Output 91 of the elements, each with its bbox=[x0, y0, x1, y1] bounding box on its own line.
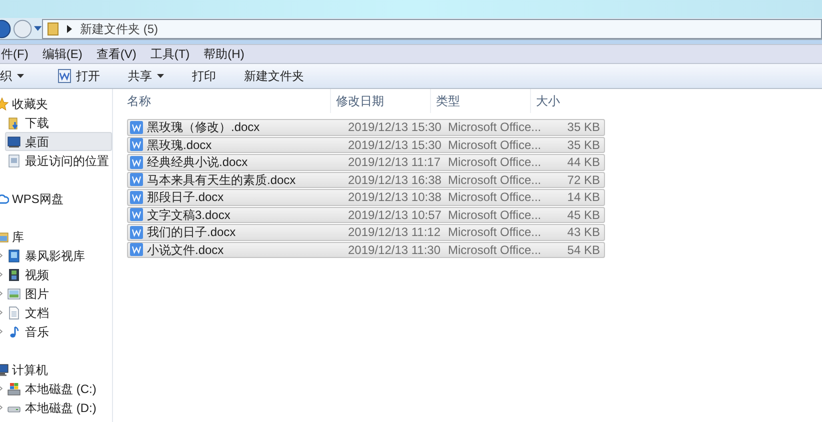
file-name: 黑玫瑰.docx bbox=[147, 136, 212, 154]
file-size: 72 KB bbox=[566, 172, 601, 189]
recent-places-icon bbox=[7, 154, 21, 168]
file-type: Microsoft Office... bbox=[447, 206, 542, 224]
menu-item[interactable]: 工具(T) bbox=[150, 45, 190, 63]
file-size: 35 KB bbox=[566, 119, 601, 136]
modified-date: 2019/12/13 11:30 bbox=[347, 242, 442, 259]
toolbar-button[interactable]: 织 bbox=[0, 64, 44, 88]
sidebar-item[interactable]: 图片 bbox=[5, 284, 112, 303]
file-row[interactable]: 黑玫瑰（修改）.docx 2019/12/13 15:30 Microsoft Office... 35 KB bbox=[127, 119, 605, 136]
word-file-icon bbox=[130, 208, 143, 222]
file-size: 44 KB bbox=[566, 154, 601, 172]
file-name: 那段日子.docx bbox=[147, 189, 224, 206]
file-size: 43 KB bbox=[566, 224, 601, 242]
chevron-icon[interactable] bbox=[67, 24, 72, 32]
file-row[interactable]: 我们的日子.docx 2019/12/13 11:12 Microsoft Office... 43 KB bbox=[127, 224, 605, 240]
file-type: Microsoft Office... bbox=[447, 172, 542, 189]
menu-item[interactable]: 帮助(H) bbox=[204, 45, 244, 63]
modified-date: 2019/12/13 10:38 bbox=[347, 189, 442, 206]
menu-item[interactable]: 查看(V) bbox=[96, 45, 136, 63]
file-row[interactable]: 文字文稿3.docx 2019/12/13 10:57 Microsoft Office... 45 KB bbox=[127, 206, 605, 223]
desktop-icon bbox=[7, 134, 21, 148]
word-file-icon bbox=[130, 120, 143, 134]
file-row[interactable]: 经典经典小说.docx 2019/12/13 11:17 Microsoft Office... 44 KB bbox=[127, 154, 605, 170]
sidebar-item[interactable]: 音乐 bbox=[5, 322, 112, 341]
word-document-icon bbox=[58, 69, 71, 83]
file-name: 经典经典小说.docx bbox=[147, 154, 248, 172]
sidebar-item[interactable]: 暴风影视库 bbox=[5, 246, 112, 265]
address-path: 新建文件夹 (5) bbox=[80, 20, 158, 38]
word-file-icon bbox=[130, 173, 143, 186]
file-name: 我们的日子.docx bbox=[147, 224, 236, 242]
sidebar-item[interactable]: 视频 bbox=[5, 265, 112, 284]
word-file-icon bbox=[130, 156, 143, 169]
modified-date: 2019/12/13 15:30 bbox=[347, 136, 442, 154]
sidebar-group[interactable]: WPS网盘 bbox=[0, 189, 112, 208]
file-type: Microsoft Office... bbox=[447, 224, 542, 242]
column-header[interactable]: 修改日期 bbox=[330, 89, 430, 113]
file-size: 35 KB bbox=[566, 136, 601, 154]
column-header[interactable]: 名称 bbox=[113, 89, 330, 113]
caret-icon[interactable] bbox=[34, 26, 42, 32]
modified-date: 2019/12/13 11:17 bbox=[347, 154, 442, 172]
file-size: 14 KB bbox=[566, 189, 601, 206]
column-header[interactable]: 类型 bbox=[430, 89, 530, 113]
file-type: Microsoft Office... bbox=[447, 189, 542, 206]
file-name: 文字文稿3.docx bbox=[147, 206, 230, 224]
sidebar-group[interactable]: 收藏夹 bbox=[0, 94, 112, 113]
sidebar-item[interactable]: 文档 bbox=[5, 303, 112, 322]
file-type: Microsoft Office... bbox=[447, 119, 542, 136]
sidebar-item[interactable]: 本地磁盘 (C:) bbox=[5, 379, 112, 398]
caret-icon bbox=[157, 74, 164, 78]
film-icon bbox=[7, 268, 21, 282]
sidebar-item[interactable]: 最近访问的位置 bbox=[5, 151, 112, 170]
sidebar-item[interactable]: 下载 bbox=[5, 113, 112, 132]
folder-icon bbox=[47, 22, 59, 36]
picture-icon bbox=[7, 286, 21, 300]
sidebar-item[interactable]: 本地磁盘 (D:) bbox=[5, 398, 112, 417]
toolbar-button[interactable]: 共享 bbox=[114, 64, 178, 88]
menu-item[interactable]: 件(F) bbox=[1, 45, 28, 63]
word-file-icon bbox=[130, 138, 143, 152]
file-size: 54 KB bbox=[566, 242, 601, 259]
windows-drive-icon bbox=[7, 382, 21, 396]
word-file-icon bbox=[130, 190, 143, 204]
file-row[interactable]: 小说文件.docx 2019/12/13 11:30 Microsoft Office... 54 KB bbox=[127, 242, 605, 258]
sidebar-group[interactable]: 计算机 bbox=[0, 360, 112, 379]
document-icon bbox=[7, 306, 21, 320]
toolbar-button[interactable]: 打开 bbox=[44, 64, 114, 88]
toolbar-button[interactable]: 新建文件夹 bbox=[230, 64, 318, 88]
modified-date: 2019/12/13 10:57 bbox=[347, 206, 442, 224]
caret-icon bbox=[17, 74, 24, 78]
sidebar-group[interactable]: 库 bbox=[0, 227, 112, 246]
file-size: 45 KB bbox=[566, 206, 601, 224]
file-row[interactable]: 黑玫瑰.docx 2019/12/13 15:30 Microsoft Office... 35 KB bbox=[127, 136, 605, 153]
file-name: 黑玫瑰（修改）.docx bbox=[147, 119, 260, 136]
word-file-icon bbox=[130, 243, 143, 256]
column-header[interactable]: 大小 bbox=[530, 89, 595, 113]
file-row[interactable]: 那段日子.docx 2019/12/13 10:38 Microsoft Office... 14 KB bbox=[127, 189, 605, 206]
modified-date: 2019/12/13 15:30 bbox=[347, 119, 442, 136]
word-file-icon bbox=[130, 226, 143, 239]
address-bar[interactable]: 新建文件夹 (5) bbox=[42, 18, 822, 38]
file-type: Microsoft Office... bbox=[447, 136, 542, 154]
modified-date: 2019/12/13 11:12 bbox=[347, 224, 442, 242]
modified-date: 2019/12/13 16:38 bbox=[347, 172, 442, 189]
toolbar-button[interactable]: 打印 bbox=[178, 64, 230, 88]
media-library-icon bbox=[7, 248, 21, 262]
menu-item[interactable]: 编辑(E) bbox=[42, 45, 82, 63]
file-type: Microsoft Office... bbox=[447, 242, 542, 259]
file-row[interactable]: 马本来具有天生的素质.docx 2019/12/13 16:38 Microsoft Office... 72 KB bbox=[127, 172, 605, 188]
sidebar-item[interactable]: 桌面 bbox=[5, 132, 112, 151]
file-name: 马本来具有天生的素质.docx bbox=[147, 172, 296, 189]
file-name: 小说文件.docx bbox=[147, 242, 224, 259]
file-type: Microsoft Office... bbox=[447, 154, 542, 172]
